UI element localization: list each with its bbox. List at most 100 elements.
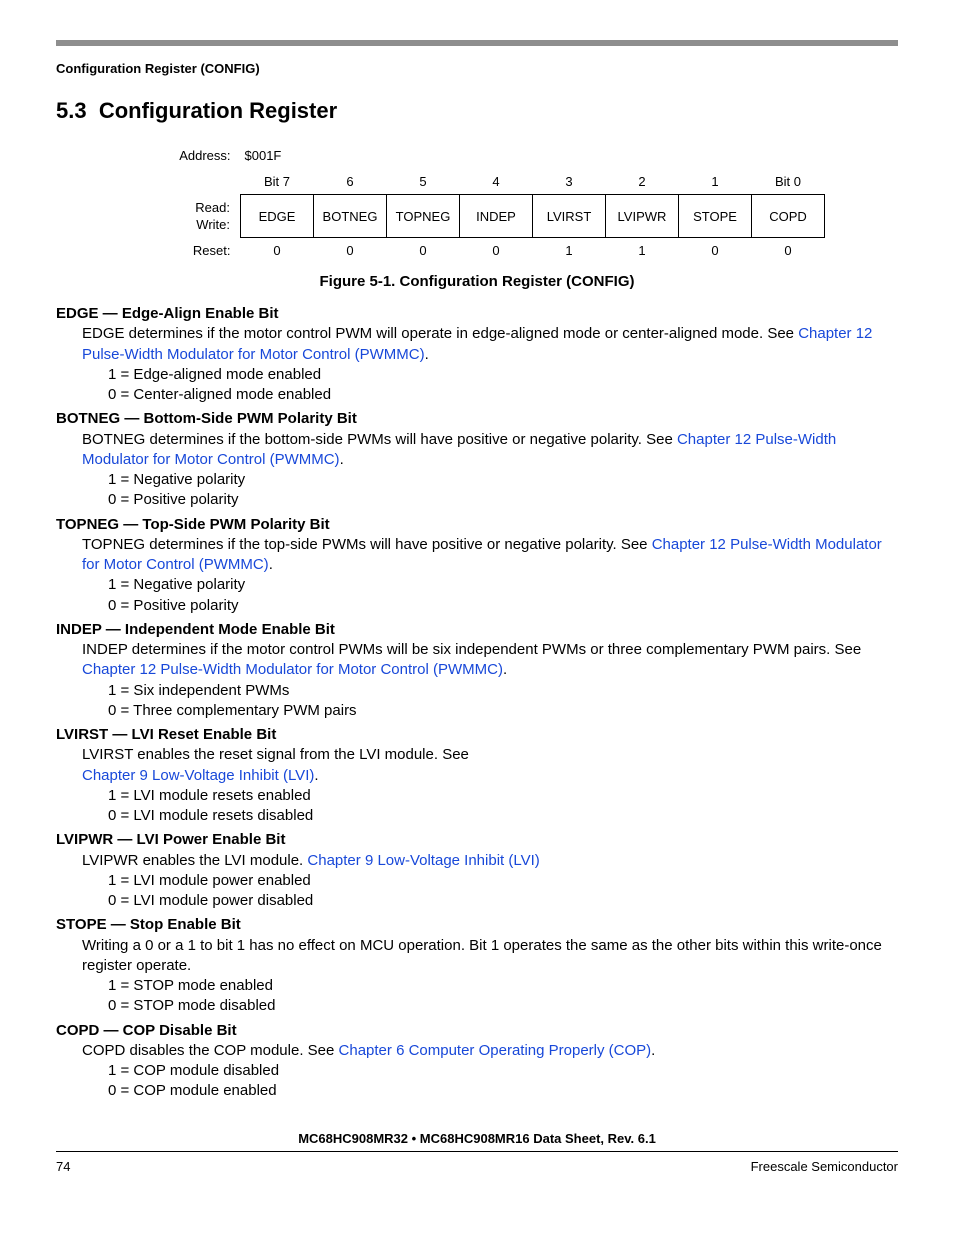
bit-name: EDGE [241, 195, 314, 238]
field-block: COPD — COP Disable BitCOPD disables the … [56, 1021, 898, 1102]
bit-name: LVIRST [533, 195, 606, 238]
field-desc-text: EDGE determines if the motor control PWM… [82, 325, 798, 342]
field-title: BOTNEG — Bottom-Side PWM Polarity Bit [56, 409, 898, 429]
address-row: Address: $001F [146, 143, 825, 169]
field-value: 1 = Negative polarity [108, 470, 898, 490]
field-description: LVIRST enables the reset signal from the… [82, 745, 898, 786]
field-desc-text: LVIRST enables the reset signal from the… [82, 746, 469, 763]
field-value: 0 = LVI module power disabled [108, 891, 898, 911]
cross-reference-link[interactable]: Chapter 6 Computer Operating Properly (C… [339, 1042, 652, 1059]
field-desc-text: . [340, 451, 344, 468]
address-label: Address: [146, 143, 241, 169]
bit-header: 2 [606, 169, 679, 195]
field-value: 0 = Positive polarity [108, 490, 898, 510]
field-value: 1 = COP module disabled [108, 1061, 898, 1081]
reset-value: 1 [606, 238, 679, 264]
field-value: 1 = LVI module power enabled [108, 871, 898, 891]
field-description: EDGE determines if the motor control PWM… [82, 324, 898, 365]
field-desc-text: . [651, 1042, 655, 1059]
field-desc-text: . [503, 661, 507, 678]
bit-header: 5 [387, 169, 460, 195]
field-value: 0 = Positive polarity [108, 596, 898, 616]
footer-doc-title: MC68HC908MR32 • MC68HC908MR16 Data Sheet… [56, 1130, 898, 1148]
field-title: COPD — COP Disable Bit [56, 1021, 898, 1041]
read-write-row: Read: Write: EDGE BOTNEG TOPNEG INDEP LV… [146, 195, 825, 238]
field-title: LVIPWR — LVI Power Enable Bit [56, 830, 898, 850]
bit-name: LVIPWR [606, 195, 679, 238]
section-title-text: Configuration Register [99, 98, 337, 123]
footer-bar: 74 Freescale Semiconductor [56, 1151, 898, 1176]
field-block: LVIPWR — LVI Power Enable BitLVIPWR enab… [56, 830, 898, 911]
bit-header: 6 [314, 169, 387, 195]
figure-caption: Figure 5-1. Configuration Register (CONF… [56, 272, 898, 292]
field-block: EDGE — Edge-Align Enable BitEDGE determi… [56, 304, 898, 405]
field-value: 1 = Six independent PWMs [108, 681, 898, 701]
bit-header: 4 [460, 169, 533, 195]
field-block: TOPNEG — Top-Side PWM Polarity BitTOPNEG… [56, 515, 898, 616]
bit-name: INDEP [460, 195, 533, 238]
field-value: 0 = COP module enabled [108, 1081, 898, 1101]
bit-name: TOPNEG [387, 195, 460, 238]
field-value: 1 = Negative polarity [108, 575, 898, 595]
field-desc-text: INDEP determines if the motor control PW… [82, 641, 861, 658]
field-block: INDEP — Independent Mode Enable BitINDEP… [56, 620, 898, 721]
field-desc-text: . [314, 767, 318, 784]
reset-value: 1 [533, 238, 606, 264]
section-title: 5.3 Configuration Register [56, 96, 898, 126]
page-number: 74 [56, 1158, 70, 1176]
bit-name: COPD [752, 195, 825, 238]
field-description: Writing a 0 or a 1 to bit 1 has no effec… [82, 936, 898, 977]
reset-value: 0 [752, 238, 825, 264]
field-title: EDGE — Edge-Align Enable Bit [56, 304, 898, 324]
field-block: STOPE — Stop Enable BitWriting a 0 or a … [56, 915, 898, 1016]
cross-reference-link[interactable]: Chapter 9 Low-Voltage Inhibit (LVI) [82, 767, 314, 784]
bit-name: STOPE [679, 195, 752, 238]
field-desc-text: Writing a 0 or a 1 to bit 1 has no effec… [82, 937, 882, 974]
bit-header: 3 [533, 169, 606, 195]
write-label: Write: [150, 216, 230, 234]
reset-value: 0 [460, 238, 533, 264]
field-desc-text: COPD disables the COP module. See [82, 1042, 339, 1059]
bit-header: Bit 7 [241, 169, 314, 195]
top-rule [56, 40, 898, 46]
field-title: LVIRST — LVI Reset Enable Bit [56, 725, 898, 745]
reset-label: Reset: [146, 238, 241, 264]
field-desc-text: TOPNEG determines if the top-side PWMs w… [82, 536, 652, 553]
field-definitions: EDGE — Edge-Align Enable BitEDGE determi… [56, 304, 898, 1102]
rw-label: Read: Write: [146, 195, 241, 238]
cross-reference-link[interactable]: Chapter 12 Pulse-Width Modulator for Mot… [82, 661, 503, 678]
field-description: TOPNEG determines if the top-side PWMs w… [82, 535, 898, 576]
reset-row: Reset: 0 0 0 0 1 1 0 0 [146, 238, 825, 264]
field-value: 1 = LVI module resets enabled [108, 786, 898, 806]
field-value: 1 = STOP mode enabled [108, 976, 898, 996]
read-label: Read: [150, 199, 230, 217]
field-value: 0 = Three complementary PWM pairs [108, 701, 898, 721]
field-value: 0 = Center-aligned mode enabled [108, 385, 898, 405]
bit-header: Bit 0 [752, 169, 825, 195]
field-description: INDEP determines if the motor control PW… [82, 640, 898, 681]
field-desc-text: . [269, 556, 273, 573]
field-value: 1 = Edge-aligned mode enabled [108, 365, 898, 385]
field-title: STOPE — Stop Enable Bit [56, 915, 898, 935]
field-block: LVIRST — LVI Reset Enable BitLVIRST enab… [56, 725, 898, 826]
bit-header: 1 [679, 169, 752, 195]
field-title: TOPNEG — Top-Side PWM Polarity Bit [56, 515, 898, 535]
page: Configuration Register (CONFIG) 5.3 Conf… [0, 0, 954, 1235]
reset-value: 0 [314, 238, 387, 264]
field-desc-text: . [425, 346, 429, 363]
field-desc-text: BOTNEG determines if the bottom-side PWM… [82, 431, 677, 448]
section-number: 5.3 [56, 98, 87, 123]
cross-reference-link[interactable]: Chapter 9 Low-Voltage Inhibit (LVI) [307, 852, 539, 869]
register-diagram: Address: $001F Bit 7 6 5 4 3 2 1 Bit 0 R… [56, 143, 898, 264]
field-title: INDEP — Independent Mode Enable Bit [56, 620, 898, 640]
address-value: $001F [241, 143, 314, 169]
running-header: Configuration Register (CONFIG) [56, 60, 898, 78]
publisher: Freescale Semiconductor [751, 1158, 898, 1176]
bit-header-row: Bit 7 6 5 4 3 2 1 Bit 0 [146, 169, 825, 195]
field-value: 0 = LVI module resets disabled [108, 806, 898, 826]
bit-name: BOTNEG [314, 195, 387, 238]
reset-value: 0 [679, 238, 752, 264]
field-description: COPD disables the COP module. See Chapte… [82, 1041, 898, 1061]
field-value: 0 = STOP mode disabled [108, 996, 898, 1016]
field-description: LVIPWR enables the LVI module. Chapter 9… [82, 851, 898, 871]
